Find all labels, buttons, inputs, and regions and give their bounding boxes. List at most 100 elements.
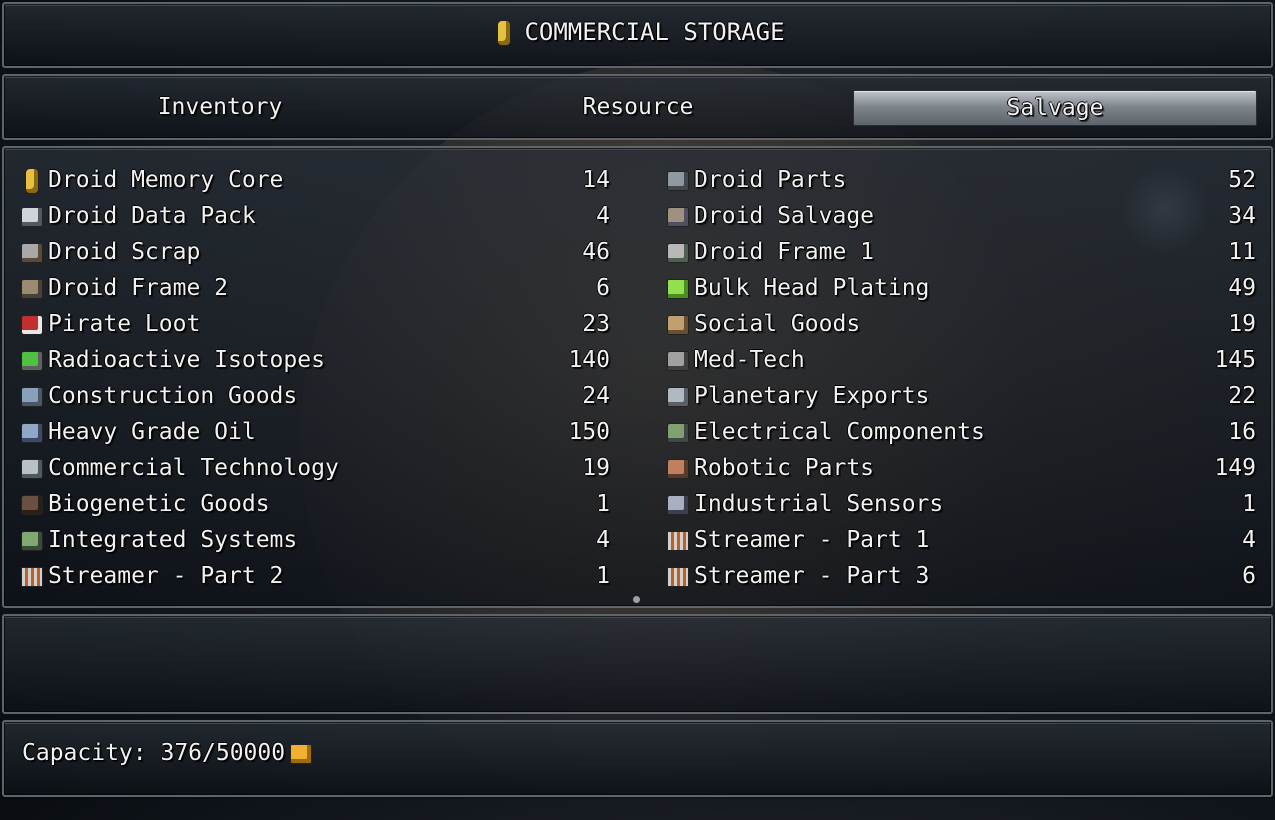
item-row[interactable]: Robotic Parts 149 — [664, 450, 1256, 486]
item-row[interactable]: Droid Data Pack 4 — [18, 198, 610, 234]
tab-inventory[interactable]: Inventory — [30, 90, 410, 124]
container-icon — [664, 383, 690, 409]
item-row[interactable]: Industrial Sensors 1 — [664, 486, 1256, 522]
item-quantity: 150 — [568, 419, 610, 445]
item-row[interactable]: Commercial Technology 19 — [18, 450, 610, 486]
item-name: Electrical Components — [694, 419, 985, 445]
item-name: Commercial Technology — [48, 455, 339, 481]
crate-icon — [18, 563, 44, 589]
title-row: COMMERCIAL STORAGE — [4, 18, 1271, 46]
item-row[interactable]: Planetary Exports 22 — [664, 378, 1256, 414]
item-name: Radioactive Isotopes — [48, 347, 325, 373]
item-row[interactable]: Streamer - Part 2 1 — [18, 558, 610, 594]
item-row[interactable]: Droid Memory Core 14 — [18, 162, 610, 198]
item-name: Droid Frame 2 — [48, 275, 229, 301]
tab-resource[interactable]: Resource — [448, 90, 828, 124]
item-row[interactable]: Droid Parts 52 — [664, 162, 1256, 198]
item-quantity: 4 — [1242, 527, 1256, 553]
circuit-icon — [18, 527, 44, 553]
item-quantity: 6 — [1242, 563, 1256, 589]
item-name: Droid Frame 1 — [694, 239, 875, 265]
item-row[interactable]: Bulk Head Plating 49 — [664, 270, 1256, 306]
item-quantity: 4 — [596, 203, 610, 229]
item-quantity: 1 — [596, 491, 610, 517]
battery-icon — [490, 19, 516, 46]
scroll-indicator[interactable] — [633, 596, 640, 603]
item-quantity: 52 — [1228, 167, 1256, 193]
item-row[interactable]: Droid Frame 2 6 — [18, 270, 610, 306]
item-quantity: 1 — [596, 563, 610, 589]
item-row[interactable]: Social Goods 19 — [664, 306, 1256, 342]
item-name: Streamer - Part 3 — [694, 563, 930, 589]
item-name: Droid Data Pack — [48, 203, 256, 229]
item-name: Robotic Parts — [694, 455, 875, 481]
crate-icon — [664, 527, 690, 553]
item-name: Bulk Head Plating — [694, 275, 930, 301]
item-name: Droid Scrap — [48, 239, 201, 265]
battery-icon — [18, 167, 44, 194]
item-name: Planetary Exports — [694, 383, 930, 409]
crate-icon — [664, 563, 690, 589]
construction-icon — [18, 383, 44, 409]
isotope-icon — [18, 347, 44, 373]
item-name: Biogenetic Goods — [48, 491, 270, 517]
item-row[interactable]: Droid Salvage 34 — [664, 198, 1256, 234]
item-row[interactable]: Streamer - Part 3 6 — [664, 558, 1256, 594]
capacity-label: Capacity: 376/50000 — [22, 740, 286, 766]
item-quantity: 23 — [582, 311, 610, 337]
item-row[interactable]: Radioactive Isotopes 140 — [18, 342, 610, 378]
item-quantity: 14 — [582, 167, 610, 193]
item-quantity: 6 — [596, 275, 610, 301]
item-quantity: 140 — [568, 347, 610, 373]
item-name: Droid Parts — [694, 167, 847, 193]
item-quantity: 1 — [1242, 491, 1256, 517]
item-row[interactable]: Integrated Systems 4 — [18, 522, 610, 558]
capacity-row: Capacity: 376/50000 — [22, 740, 313, 766]
item-row[interactable]: Pirate Loot 23 — [18, 306, 610, 342]
med-tech-icon — [664, 347, 690, 373]
item-row[interactable]: Droid Frame 1 11 — [664, 234, 1256, 270]
green-cube-icon — [664, 275, 690, 301]
item-quantity: 34 — [1228, 203, 1256, 229]
item-column-left: Droid Memory Core 14 Droid Data Pack 4 Droid… — [18, 162, 610, 594]
item-quantity: 22 — [1228, 383, 1256, 409]
capacity-panel: Capacity: 376/50000 — [2, 720, 1273, 797]
item-name: Industrial Sensors — [694, 491, 944, 517]
salvage-icon — [664, 203, 690, 229]
title-panel: COMMERCIAL STORAGE — [2, 2, 1273, 68]
satellite-icon — [18, 455, 44, 481]
gold-crate-icon — [287, 740, 313, 766]
item-quantity: 19 — [1228, 311, 1256, 337]
data-pack-icon — [18, 203, 44, 229]
oil-barrels-icon — [18, 419, 44, 445]
item-row[interactable]: Streamer - Part 1 4 — [664, 522, 1256, 558]
item-name: Droid Salvage — [694, 203, 875, 229]
item-quantity: 24 — [582, 383, 610, 409]
item-row[interactable]: Heavy Grade Oil 150 — [18, 414, 610, 450]
item-quantity: 16 — [1228, 419, 1256, 445]
item-name: Streamer - Part 1 — [694, 527, 930, 553]
loot-icon — [18, 311, 44, 337]
item-name: Heavy Grade Oil — [48, 419, 256, 445]
robotic-parts-icon — [664, 455, 690, 481]
item-row[interactable]: Med-Tech 145 — [664, 342, 1256, 378]
item-name: Construction Goods — [48, 383, 298, 409]
description-panel — [2, 614, 1273, 714]
tab-salvage[interactable]: Salvage — [853, 90, 1257, 126]
item-row[interactable]: Construction Goods 24 — [18, 378, 610, 414]
droid-frame-icon — [18, 275, 44, 301]
item-quantity: 149 — [1214, 455, 1256, 481]
item-row[interactable]: Droid Scrap 46 — [18, 234, 610, 270]
item-row[interactable]: Biogenetic Goods 1 — [18, 486, 610, 522]
item-name: Integrated Systems — [48, 527, 298, 553]
box-icon — [664, 311, 690, 337]
item-name: Social Goods — [694, 311, 861, 337]
droid-parts-icon — [664, 167, 690, 193]
item-name: Pirate Loot — [48, 311, 201, 337]
item-list-panel: Droid Memory Core 14 Droid Data Pack 4 Droid… — [2, 146, 1273, 608]
item-row[interactable]: Electrical Components 16 — [664, 414, 1256, 450]
components-icon — [664, 419, 690, 445]
biogenetic-icon — [18, 491, 44, 517]
item-quantity: 49 — [1228, 275, 1256, 301]
droid-head-icon — [664, 239, 690, 265]
